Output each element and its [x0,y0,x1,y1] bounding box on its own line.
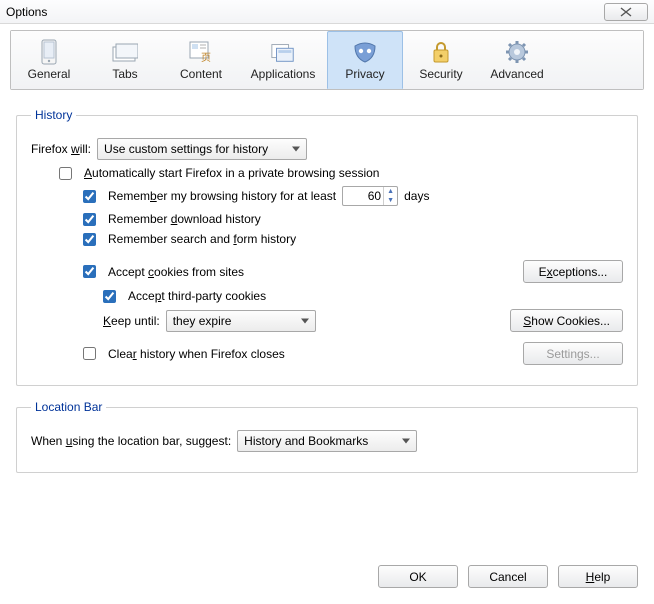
window-title: Options [6,5,604,19]
auto-private-label: Automatically start Firefox in a private… [84,166,379,180]
tab-privacy-label: Privacy [345,67,384,81]
tab-advanced-label: Advanced [490,67,543,81]
remember-download-checkbox[interactable] [83,213,96,226]
tab-content[interactable]: 页 Content [163,31,239,89]
clear-on-close-checkbox[interactable] [83,347,96,360]
tab-tabs-label: Tabs [112,67,137,81]
tab-applications[interactable]: Applications [239,31,327,89]
tab-advanced[interactable]: Advanced [479,31,555,89]
firefox-will-select[interactable]: Use custom settings for history [97,138,307,160]
privacy-mask-icon [352,39,378,65]
keep-until-label: Keep until: [103,314,160,328]
tab-privacy[interactable]: Privacy [327,31,403,89]
cancel-button[interactable]: Cancel [468,565,548,588]
content-area: History Firefox will: Use custom setting… [0,90,654,473]
spin-up-icon[interactable]: ▲ [384,187,397,196]
accept-cookies-checkbox[interactable] [83,265,96,278]
category-toolbar: General Tabs 页 Content Applications Priv… [10,30,644,90]
tab-general[interactable]: General [11,31,87,89]
close-button[interactable] [604,3,648,21]
clear-settings-button: Settings... [523,342,623,365]
remember-download-label: Remember download history [108,212,261,226]
location-bar-legend: Location Bar [31,400,106,414]
history-group: History Firefox will: Use custom setting… [16,108,638,386]
ok-button[interactable]: OK [378,565,458,588]
close-icon [620,7,632,17]
history-days-input[interactable] [343,189,383,203]
show-cookies-button[interactable]: Show Cookies... [510,309,623,332]
auto-private-checkbox[interactable] [59,167,72,180]
tab-content-label: Content [180,67,222,81]
spin-down-icon[interactable]: ▼ [384,196,397,205]
svg-text:页: 页 [201,52,211,64]
tabs-icon [112,39,138,65]
general-icon [36,39,62,65]
help-button[interactable]: Help [558,565,638,588]
tab-security[interactable]: Security [403,31,479,89]
applications-icon [270,39,296,65]
accept-cookies-label: Accept cookies from sites [108,265,244,279]
suggest-label: When using the location bar, suggest: [31,434,231,448]
remember-browsing-checkbox[interactable] [83,190,96,203]
days-label: days [404,189,429,203]
tab-security-label: Security [419,67,462,81]
tab-tabs[interactable]: Tabs [87,31,163,89]
history-days-spinner[interactable]: ▲▼ [342,186,398,206]
accept-third-party-checkbox[interactable] [103,290,116,303]
remember-form-checkbox[interactable] [83,233,96,246]
remember-browsing-label: Remember my browsing history for at leas… [108,189,336,203]
exceptions-button[interactable]: Exceptions... [523,260,623,283]
titlebar: Options [0,0,654,24]
advanced-gear-icon [504,39,530,65]
clear-on-close-label: Clear history when Firefox closes [108,347,285,361]
history-legend: History [31,108,76,122]
accept-third-party-label: Accept third-party cookies [128,289,266,303]
remember-form-label: Remember search and form history [108,232,296,246]
location-bar-group: Location Bar When using the location bar… [16,400,638,473]
security-lock-icon [428,39,454,65]
tab-applications-label: Applications [251,67,316,81]
keep-until-select[interactable]: they expire [166,310,316,332]
dialog-buttons: OK Cancel Help [0,557,654,600]
content-icon: 页 [188,39,214,65]
suggest-select[interactable]: History and Bookmarks [237,430,417,452]
tab-general-label: General [28,67,71,81]
firefox-will-label: Firefox will: [31,142,91,156]
